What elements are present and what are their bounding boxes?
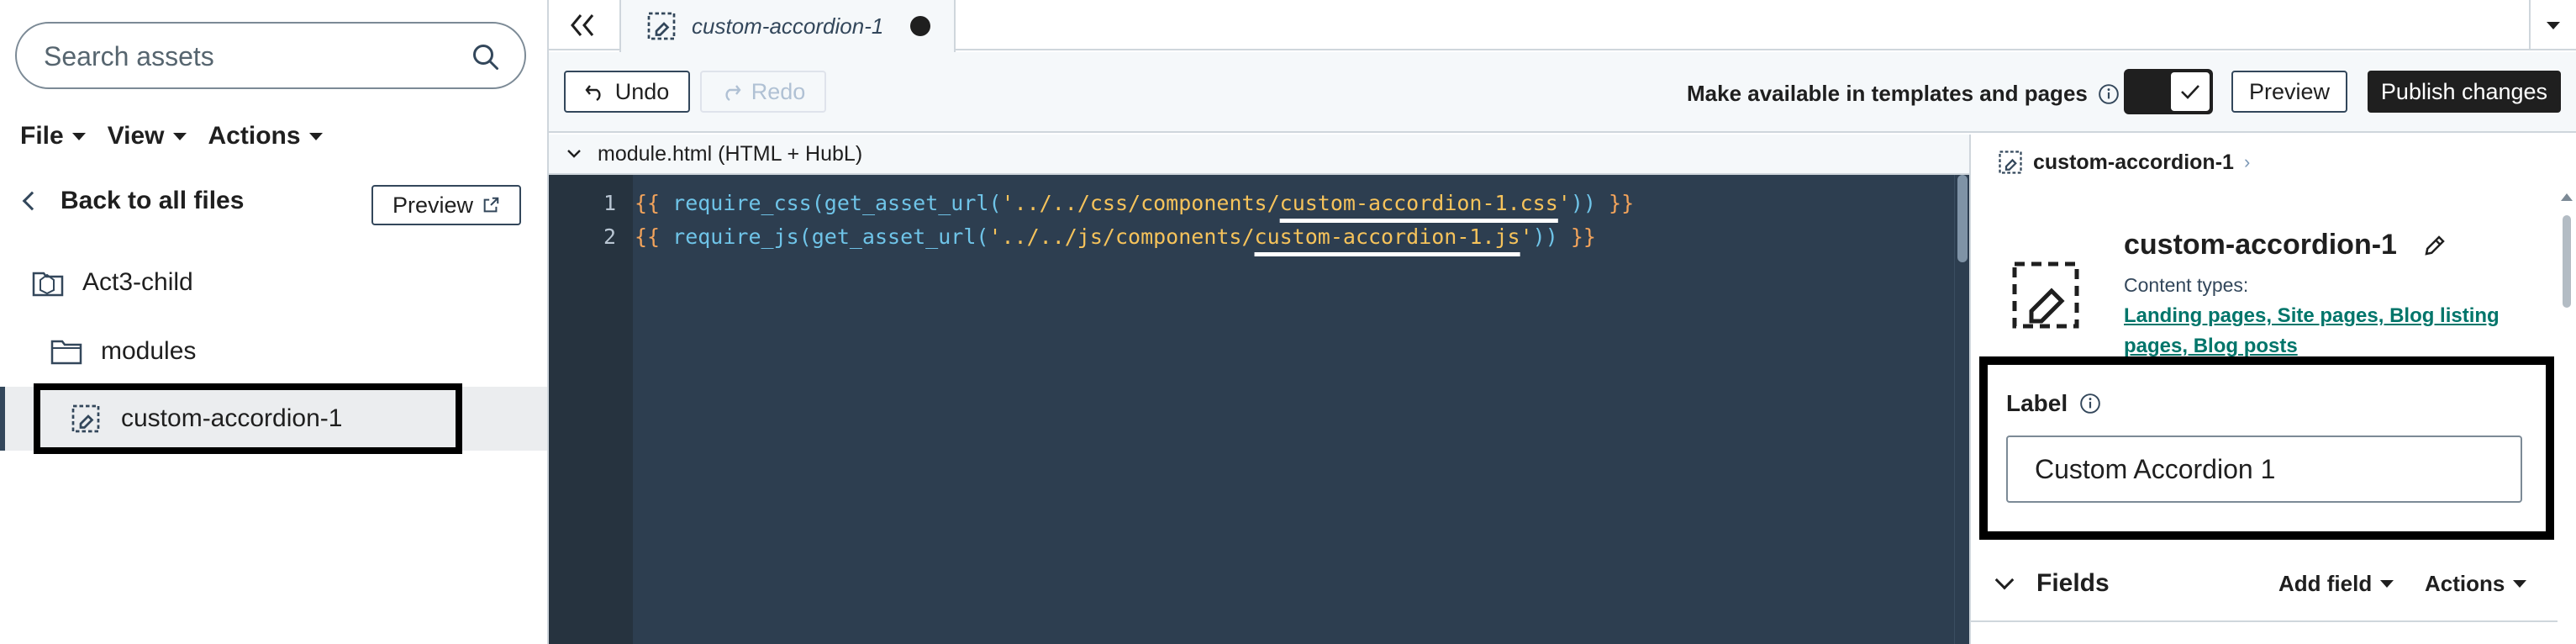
redo-icon [725,85,741,101]
file-menu[interactable]: File [20,118,86,155]
caret-down-icon [308,132,323,140]
divider [1971,620,2576,622]
caret-down-icon [2513,579,2527,588]
undo-icon [585,85,601,101]
chevron-down-icon[interactable] [1994,570,2015,590]
caret-down-icon [172,132,187,140]
tab-custom-accordion-1[interactable]: custom-accordion-1 [619,0,956,52]
tree-item-custom-accordion-1[interactable]: custom-accordion-1 [34,383,462,454]
code-text: {{ require_css(get_asset_url('../../css/… [635,190,1635,215]
toggle-knob [2171,72,2210,111]
file-section-header[interactable]: module.html (HTML + HubL) [549,135,1969,175]
sidebar-preview-button[interactable]: Preview [371,185,521,225]
panel-scrollbar[interactable] [2558,193,2576,644]
code-editor[interactable]: 1 {{ require_css(get_asset_url('../../cs… [549,175,1969,644]
undo-button[interactable]: Undo [564,71,690,113]
caret-down-icon [71,132,86,140]
fields-actions-button[interactable]: Actions [2425,571,2527,597]
editor-toolbar: Undo Redo Make available in templates an… [549,52,2576,133]
selection-indicator [0,387,5,451]
tab-label: custom-accordion-1 [692,13,884,39]
search-icon[interactable] [471,42,501,72]
module-title: custom-accordion-1 [2124,229,2447,261]
pencil-icon[interactable] [2422,233,2447,258]
external-link-icon [483,197,499,213]
label-heading: Label [2006,390,2101,417]
scroll-up-icon[interactable] [2561,193,2573,201]
code-line[interactable]: 2 {{ require_js(get_asset_url('../../js/… [549,220,1596,252]
caret-down-icon [2380,579,2394,588]
availability-label: Make available in templates and pages [1687,81,2120,107]
module-settings-panel: custom-accordion-1 › custom-accordion-1 … [1969,135,2576,644]
fields-title: Fields [2036,569,2110,597]
chevron-down-icon [567,150,581,158]
content-types-label: Content types: [2124,274,2249,296]
checkmark-icon [2181,85,2199,99]
preview-button[interactable]: Preview [2231,71,2347,113]
publish-changes-button[interactable]: Publish changes [2368,71,2561,113]
caret-down-icon [2547,21,2560,29]
theme-folder-icon [32,272,64,297]
search-box [15,22,526,89]
line-number: 2 [603,224,616,249]
sidebar-menubar: File View Actions [20,118,323,155]
content-types-link[interactable]: Landing pages, Site pages, Blog listing … [2124,301,2527,362]
availability-toggle[interactable] [2124,69,2213,114]
module-icon [1999,150,2022,174]
unsaved-dot-icon[interactable] [910,16,931,36]
chevron-left-icon [22,191,42,211]
code-line[interactable]: 1 {{ require_css(get_asset_url('../../cs… [549,187,1634,219]
breadcrumb[interactable]: custom-accordion-1 › [1998,150,2250,175]
module-icon [71,404,100,433]
search-input[interactable] [44,35,447,77]
module-large-icon [2012,261,2079,329]
scrollbar-thumb[interactable] [2563,215,2571,308]
tree-item-modules-folder[interactable]: modules [0,331,547,372]
editor-tab-bar: custom-accordion-1 [549,0,2576,52]
collapse-sidebar-icon[interactable] [564,7,611,44]
tree-item-theme[interactable]: Act3-child [0,262,547,303]
back-to-all-files-link[interactable]: Back to all files [22,187,244,215]
file-sidebar: File View Actions Back to all files Prev… [0,0,549,644]
scrollbar-thumb[interactable] [1957,175,1968,262]
info-icon[interactable] [2079,393,2101,414]
code-text: {{ require_js(get_asset_url('../../js/co… [635,224,1596,249]
fields-section-header: Fields Add field Actions [1994,558,2552,609]
add-field-button[interactable]: Add field [2278,571,2394,597]
tab-overflow-menu[interactable] [2529,0,2576,50]
highlighted-filename: custom-accordion-1.js [1254,224,1520,249]
editor-scrollbar[interactable] [1954,175,1969,644]
info-icon[interactable] [2098,83,2120,105]
redo-button[interactable]: Redo [700,71,826,113]
line-number: 1 [603,190,616,215]
actions-menu[interactable]: Actions [208,118,323,155]
highlighted-filename: custom-accordion-1.css [1279,190,1558,215]
chevron-right-icon: › [2243,151,2251,172]
view-menu[interactable]: View [108,118,187,155]
label-input[interactable] [2006,435,2522,503]
folder-icon [50,340,82,365]
module-icon [647,12,676,40]
label-field-group: Label [1979,356,2554,540]
